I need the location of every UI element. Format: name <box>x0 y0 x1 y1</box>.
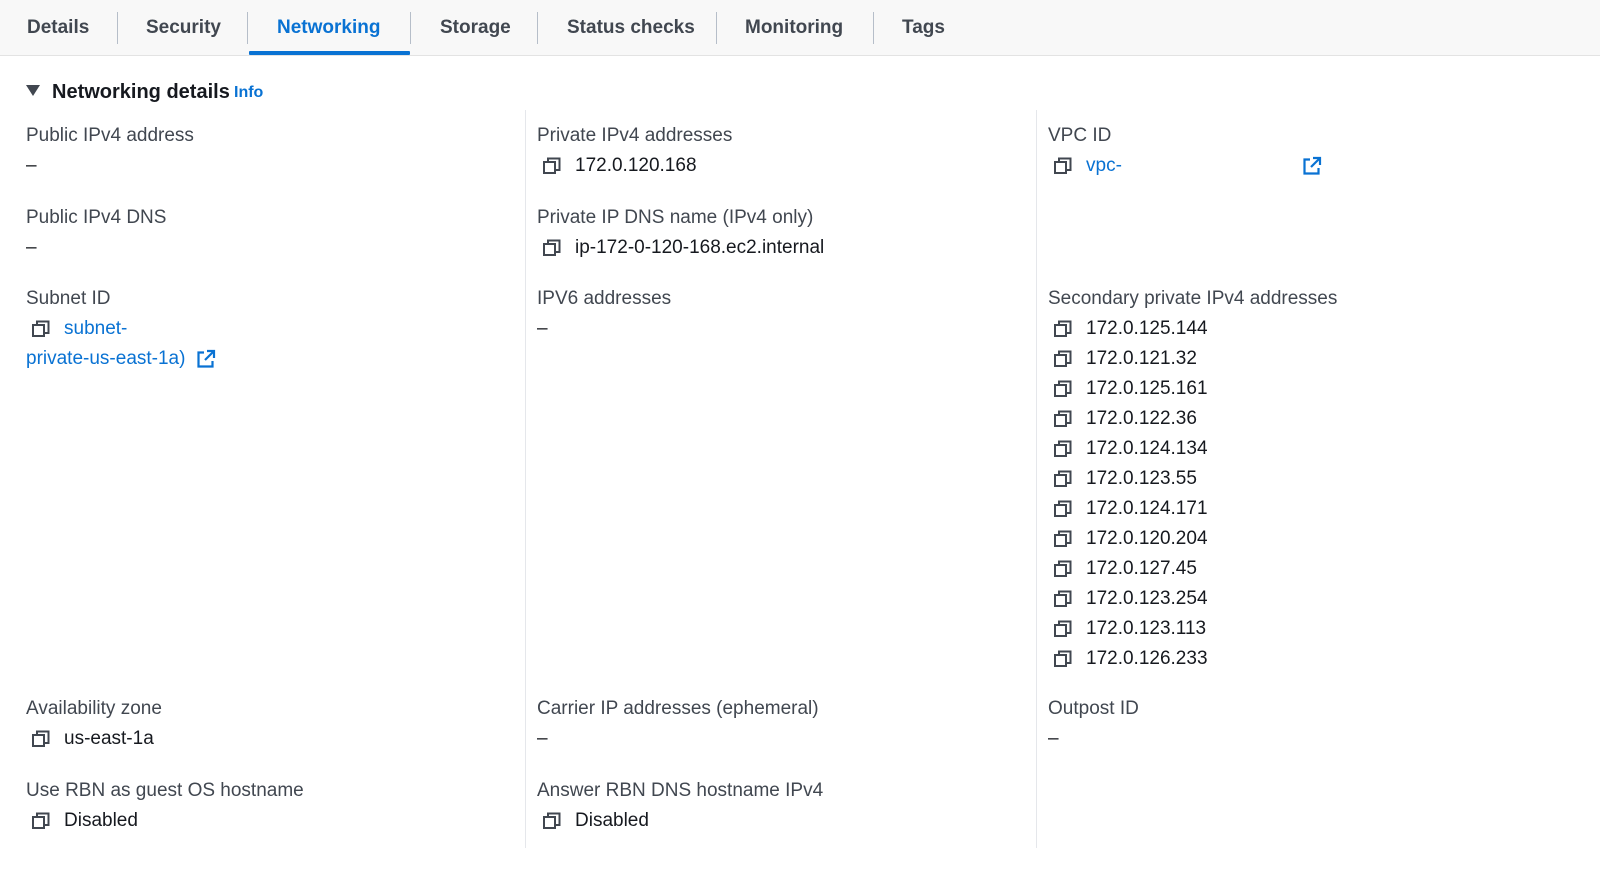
copy-icon[interactable] <box>32 812 50 830</box>
secondary-ipv4-value: 172.0.124.134 <box>1086 438 1208 459</box>
copy-icon[interactable] <box>1054 157 1072 175</box>
private-ip-dns-value: ip-172-0-120-168.ec2.internal <box>575 237 825 258</box>
caret-down-icon[interactable] <box>26 85 40 96</box>
public-ipv4-dns-value: – <box>26 237 37 258</box>
answer-rbn-value: Disabled <box>575 810 649 831</box>
copy-icon[interactable] <box>32 730 50 748</box>
tab-status-checks[interactable]: Status checks <box>567 0 695 55</box>
secondary-ipv4-value: 172.0.126.233 <box>1086 648 1208 669</box>
tab-divider <box>537 12 538 44</box>
use-rbn-label: Use RBN as guest OS hostname <box>26 780 304 801</box>
private-ipv4-label: Private IPv4 addresses <box>537 125 733 146</box>
copy-icon[interactable] <box>543 812 561 830</box>
availability-zone-value: us-east-1a <box>64 728 154 749</box>
secondary-ipv4-value: 172.0.127.45 <box>1086 558 1197 579</box>
availability-zone-label: Availability zone <box>26 698 162 719</box>
tab-details[interactable]: Details <box>27 0 89 55</box>
subnet-id-label: Subnet ID <box>26 288 111 309</box>
copy-icon[interactable] <box>1054 440 1072 458</box>
ipv6-value: – <box>537 318 548 339</box>
tab-divider <box>873 12 874 44</box>
answer-rbn-label: Answer RBN DNS hostname IPv4 <box>537 780 824 801</box>
copy-icon[interactable] <box>1054 590 1072 608</box>
secondary-ipv4-value: 172.0.123.55 <box>1086 468 1197 489</box>
secondary-ipv4-value: 172.0.123.113 <box>1086 618 1207 639</box>
secondary-ipv4-value: 172.0.123.254 <box>1086 588 1208 609</box>
secondary-ipv4-label: Secondary private IPv4 addresses <box>1048 288 1338 309</box>
tab-divider <box>247 12 248 44</box>
copy-icon[interactable] <box>1054 380 1072 398</box>
copy-icon[interactable] <box>1054 560 1072 578</box>
copy-icon[interactable] <box>32 320 50 338</box>
tab-divider <box>117 12 118 44</box>
panel-title: Networking details <box>52 81 230 103</box>
tab-divider <box>716 12 717 44</box>
public-ipv4-value: – <box>26 155 37 176</box>
secondary-ipv4-value: 172.0.121.32 <box>1086 348 1197 369</box>
column-divider <box>1036 110 1037 848</box>
carrier-ip-label: Carrier IP addresses (ephemeral) <box>537 698 819 719</box>
active-tab-indicator <box>249 51 410 55</box>
outpost-id-label: Outpost ID <box>1048 698 1139 719</box>
private-ipv4-value: 172.0.120.168 <box>575 155 697 176</box>
outpost-id-value: – <box>1048 728 1059 749</box>
use-rbn-value: Disabled <box>64 810 138 831</box>
copy-icon[interactable] <box>543 157 561 175</box>
tab-divider <box>410 12 411 44</box>
info-link[interactable]: Info <box>234 81 263 105</box>
secondary-ipv4-value: 172.0.124.171 <box>1086 498 1208 519</box>
vpc-id-link[interactable]: vpc- <box>1086 153 1122 179</box>
copy-icon[interactable] <box>1054 470 1072 488</box>
tab-monitoring[interactable]: Monitoring <box>745 0 843 55</box>
secondary-ipv4-value: 172.0.125.161 <box>1086 378 1208 399</box>
ipv6-label: IPV6 addresses <box>537 288 672 309</box>
secondary-ipv4-value: 172.0.125.144 <box>1086 318 1208 339</box>
private-ip-dns-label: Private IP DNS name (IPv4 only) <box>537 207 814 228</box>
subnet-id-link-continued[interactable]: private-us-east-1a) <box>26 346 185 372</box>
copy-icon[interactable] <box>1054 620 1072 638</box>
tab-networking[interactable]: Networking <box>277 0 380 55</box>
vpc-id-label: VPC ID <box>1048 125 1112 146</box>
tab-security[interactable]: Security <box>146 0 221 55</box>
subnet-id-link[interactable]: subnet- <box>64 316 127 342</box>
copy-icon[interactable] <box>1054 320 1072 338</box>
copy-icon[interactable] <box>1054 650 1072 668</box>
secondary-ipv4-value: 172.0.120.204 <box>1086 528 1208 549</box>
public-ipv4-label: Public IPv4 address <box>26 125 194 146</box>
public-ipv4-dns-label: Public IPv4 DNS <box>26 207 167 228</box>
column-divider <box>525 110 526 848</box>
secondary-ipv4-value: 172.0.122.36 <box>1086 408 1197 429</box>
tab-storage[interactable]: Storage <box>440 0 511 55</box>
external-link-icon[interactable] <box>196 349 216 369</box>
tab-tags[interactable]: Tags <box>902 0 945 55</box>
copy-icon[interactable] <box>1054 350 1072 368</box>
carrier-ip-value: – <box>537 728 548 749</box>
copy-icon[interactable] <box>1054 530 1072 548</box>
copy-icon[interactable] <box>543 239 561 257</box>
copy-icon[interactable] <box>1054 410 1072 428</box>
copy-icon[interactable] <box>1054 500 1072 518</box>
tab-bar: Details Security Networking Storage Stat… <box>0 0 1600 56</box>
external-link-icon[interactable] <box>1302 156 1322 176</box>
